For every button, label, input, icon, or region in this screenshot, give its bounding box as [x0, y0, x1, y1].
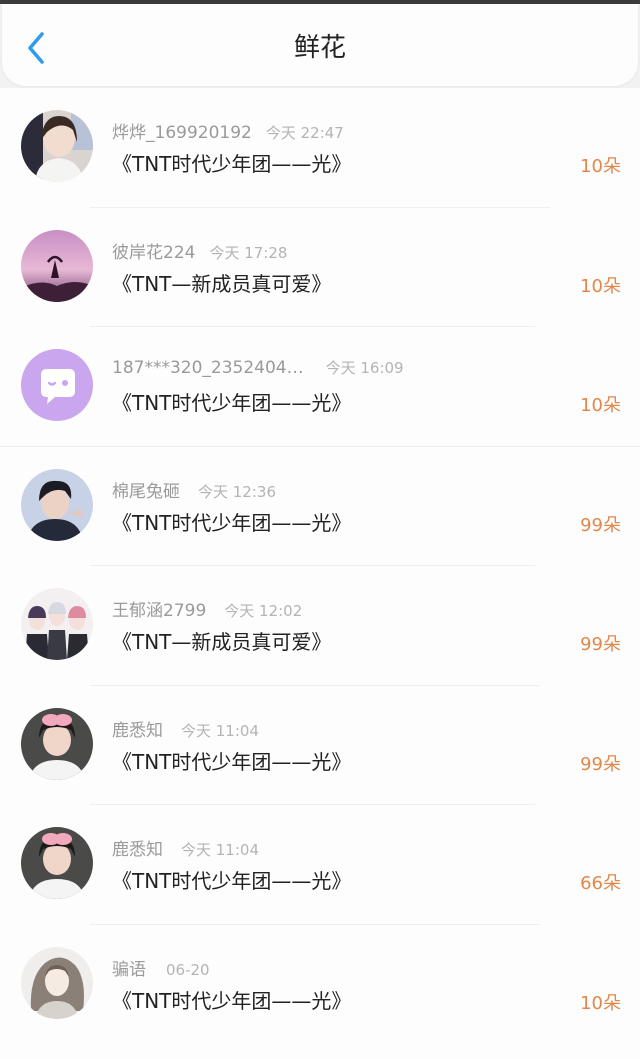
sender-line: 187***320_2352404… 今天 16:09: [112, 357, 404, 381]
username[interactable]: 王郁涵2799: [112, 601, 206, 621]
avatar[interactable]: [21, 349, 93, 421]
flower-count: 10朵: [580, 992, 621, 1014]
timestamp: 今天 11:04: [181, 721, 259, 740]
flower-count: 10朵: [580, 156, 621, 177]
username[interactable]: 骗语: [112, 960, 146, 980]
username[interactable]: 鹿悉知: [112, 721, 163, 741]
work-title[interactable]: 《TNT—新成员真可爱》: [112, 268, 331, 297]
avatar[interactable]: [21, 468, 93, 541]
avatar[interactable]: [21, 588, 93, 660]
timestamp: 今天 12:02: [224, 602, 303, 620]
list-item[interactable]: 187***320_2352404… 今天 16:09 《TNT时代少年团——光》…: [0, 327, 640, 447]
sender-line: 鹿悉知 今天 11:04: [112, 835, 259, 860]
work-title[interactable]: 《TNT时代少年团——光》: [112, 507, 351, 536]
top-bar: 鲜花: [2, 4, 638, 86]
timestamp: 06-20: [166, 960, 210, 979]
flower-gift-list: 烨烨_169920192 今天 22:47 《TNT时代少年团——光》 10朵: [0, 88, 640, 1059]
list-item[interactable]: 烨烨_169920192 今天 22:47 《TNT时代少年团——光》 10朵: [0, 88, 640, 208]
username[interactable]: 鹿悉知: [112, 840, 163, 860]
list-item[interactable]: 骗语 06-20 《TNT时代少年团——光》 10朵: [0, 925, 640, 1045]
timestamp: 今天 16:09: [325, 359, 404, 377]
list-item[interactable]: 棉尾兔砸 今天 12:36 《TNT时代少年团——光》 99朵: [0, 447, 640, 566]
page-title: 鲜花: [293, 33, 346, 63]
work-title[interactable]: 《TNT时代少年团——光》: [112, 148, 351, 177]
work-title[interactable]: 《TNT时代少年团——光》: [112, 865, 351, 894]
sender-line: 骗语 06-20: [112, 955, 210, 980]
avatar[interactable]: [21, 229, 93, 302]
list-item[interactable]: 王郁涵2799 今天 12:02 《TNT—新成员真可爱》 99朵: [0, 566, 640, 686]
flower-count: 10朵: [580, 395, 621, 416]
username[interactable]: 187***320_2352404…: [112, 358, 304, 378]
work-title[interactable]: 《TNT时代少年团——光》: [112, 387, 351, 416]
flower-count: 99朵: [580, 634, 621, 655]
work-title[interactable]: 《TNT时代少年团——光》: [112, 985, 351, 1014]
username[interactable]: 棉尾兔砸: [112, 482, 180, 502]
flower-count: 99朵: [580, 514, 621, 536]
flower-count: 66朵: [580, 873, 621, 894]
timestamp: 今天 12:36: [198, 482, 276, 501]
avatar[interactable]: [21, 946, 93, 1019]
work-title[interactable]: 《TNT时代少年团——光》: [112, 746, 351, 775]
timestamp: 今天 17:28: [209, 243, 288, 262]
avatar[interactable]: [21, 707, 93, 780]
sender-line: 鹿悉知 今天 11:04: [112, 716, 259, 741]
avatar[interactable]: [21, 110, 93, 182]
list-item[interactable]: 彼岸花224 今天 17:28 《TNT—新成员真可爱》 10朵: [0, 208, 640, 327]
timestamp: 今天 11:04: [181, 841, 259, 859]
default-chat-avatar-icon: [21, 349, 93, 421]
username[interactable]: 彼岸花224: [112, 243, 195, 263]
timestamp: 今天 22:47: [265, 124, 344, 142]
work-title[interactable]: 《TNT—新成员真可爱》: [112, 626, 331, 655]
flower-count: 10朵: [580, 275, 621, 297]
list-item[interactable]: 鹿悉知 今天 11:04 《TNT时代少年团——光》 66朵: [0, 805, 640, 925]
username[interactable]: 烨烨_169920192: [112, 123, 252, 143]
flower-count: 99朵: [580, 753, 621, 775]
sender-line: 彼岸花224 今天 17:28: [112, 238, 288, 263]
sender-line: 王郁涵2799 今天 12:02: [112, 596, 303, 621]
sender-line: 棉尾兔砸 今天 12:36: [112, 477, 276, 502]
sender-line: 烨烨_169920192 今天 22:47: [112, 118, 344, 143]
avatar[interactable]: [21, 827, 93, 899]
list-item[interactable]: 鹿悉知 今天 11:04 《TNT时代少年团——光》 99朵: [0, 686, 640, 805]
